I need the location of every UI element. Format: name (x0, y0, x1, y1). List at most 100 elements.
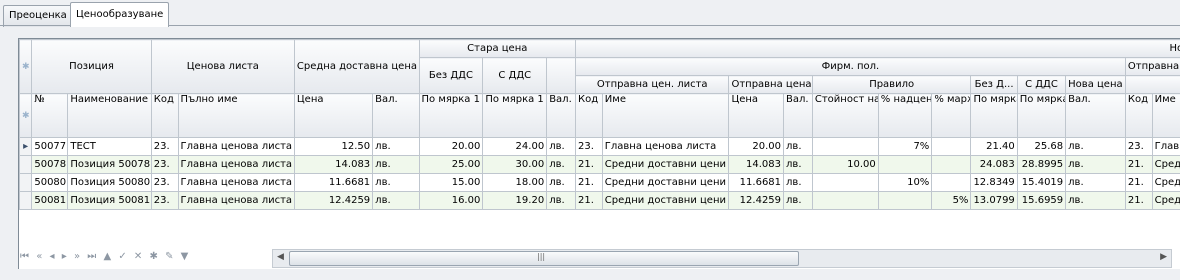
cell-nova-bez[interactable]: 24.083 (970, 155, 1018, 174)
col-val[interactable]: Вал. (372, 93, 420, 138)
header-otpravna-tsena[interactable]: Отправна цена (728, 75, 813, 94)
col-otpravna-kod[interactable]: Код (575, 93, 603, 138)
cell-nova-ime[interactable]: Средни д (1151, 155, 1180, 174)
cell-no[interactable]: 50078 (31, 155, 69, 174)
scroll-left-icon[interactable]: ◀ (277, 252, 284, 262)
cell-nova-ime[interactable]: Средни д (1151, 191, 1180, 210)
col-pct-marzh[interactable]: % марж (931, 93, 972, 138)
prev-page-icon[interactable]: « (36, 251, 43, 262)
next-page-icon[interactable]: » (74, 251, 81, 262)
col-kod[interactable]: Код (150, 93, 179, 138)
filter-icon[interactable]: ▼ (181, 251, 190, 262)
col-stara-s-po-myarka[interactable]: По мярка 1 (482, 93, 548, 138)
col-nova-val[interactable]: Вал. (1065, 93, 1126, 138)
cell-sredna-tsena[interactable]: 12.50 (293, 137, 374, 156)
delete-icon[interactable]: ✱ (149, 251, 158, 262)
cell-pct-marzh[interactable]: 5% (931, 191, 972, 210)
cell-no[interactable]: 50081 (31, 191, 69, 210)
horizontal-scrollbar[interactable]: ◀ ||| ▶ (272, 249, 1172, 268)
col-otpravna-tsena[interactable]: Цена (728, 93, 785, 138)
col-palno-ime[interactable]: Пълно име (177, 93, 295, 138)
cell-otpravna-tsena[interactable]: 20.00 (728, 137, 785, 156)
cell-no[interactable]: 50077 (31, 137, 69, 156)
header-sredna-dostavna-tsena[interactable]: Средна доставна цена (293, 39, 420, 94)
cell-nova-kod[interactable]: 21. (1124, 191, 1153, 210)
cell-otpravna-kod[interactable]: 21. (575, 155, 603, 174)
cell-nova-ime[interactable]: Главна ц (1151, 137, 1180, 156)
post-icon[interactable]: ✓ (118, 251, 127, 262)
cell-val[interactable]: лв. (372, 137, 420, 156)
current-row-arrow-icon[interactable]: ▸ (19, 137, 33, 156)
header-nova-tsena[interactable]: Нова цена (575, 39, 1180, 58)
cell-nova-s-dds[interactable]: 28.8995 (1016, 155, 1067, 174)
col-tsena[interactable]: Цена (293, 93, 374, 138)
cell-stoynost[interactable] (811, 173, 879, 192)
header-stara-s-dds[interactable]: С ДДС (482, 57, 548, 94)
cell-nova-val[interactable]: лв. (1065, 173, 1126, 192)
cell-name[interactable]: Позиция 50080 (67, 173, 152, 192)
header-stara-tsena[interactable]: Стара цена (418, 39, 577, 58)
cell-stara-bez[interactable]: 15.00 (418, 173, 484, 192)
grid-corner-indicator[interactable]: ✱ (19, 39, 33, 94)
cell-nova-kod[interactable]: 23. (1124, 137, 1153, 156)
cell-stara-val[interactable]: лв. (546, 155, 577, 174)
row-indicator[interactable] (19, 173, 33, 192)
cell-name[interactable]: Позиция 50081 (67, 191, 152, 210)
cell-otpravna-kod[interactable]: 23. (575, 137, 603, 156)
header-firm-pol[interactable]: Фирм. пол. (575, 57, 1126, 76)
cell-stoynost[interactable] (811, 137, 879, 156)
cell-kod[interactable]: 23. (150, 137, 179, 156)
cell-sredna-tsena[interactable]: 14.083 (293, 155, 374, 174)
row-indicator[interactable] (19, 191, 33, 210)
cell-val[interactable]: лв. (372, 191, 420, 210)
header-stara-bez-dds[interactable]: Без ДДС (418, 57, 484, 94)
cell-nova-ime[interactable]: Средни д (1151, 173, 1180, 192)
cell-stara-bez[interactable]: 16.00 (418, 191, 484, 210)
cell-sredna-tsena[interactable]: 12.4259 (293, 191, 374, 210)
cell-stara-val[interactable]: лв. (546, 137, 577, 156)
cell-otpravna-kod[interactable]: 21. (575, 191, 603, 210)
cell-stoynost[interactable] (811, 191, 879, 210)
cell-nova-bez[interactable]: 12.8349 (970, 173, 1018, 192)
cell-stara-val[interactable]: лв. (546, 191, 577, 210)
cell-otpravna-tsena[interactable]: 14.083 (728, 155, 785, 174)
cell-nova-val[interactable]: лв. (1065, 191, 1126, 210)
col-nova-bez-po-myarka[interactable]: По мярка 1 (970, 93, 1018, 138)
cell-stara-bez[interactable]: 20.00 (418, 137, 484, 156)
cell-stara-s[interactable]: 18.00 (482, 173, 548, 192)
cell-kod[interactable]: 23. (150, 173, 179, 192)
col-stara-bez-po-myarka[interactable]: По мярка 1 (418, 93, 484, 138)
first-record-icon[interactable]: ⏮ (20, 251, 30, 262)
cell-stara-bez[interactable]: 25.00 (418, 155, 484, 174)
cell-stara-s[interactable]: 19.20 (482, 191, 548, 210)
col-otpravna-val[interactable]: Вал. (783, 93, 813, 138)
cell-stara-val[interactable]: лв. (546, 173, 577, 192)
cell-nova-bez[interactable]: 21.40 (970, 137, 1018, 156)
cell-otpravna-val[interactable]: лв. (783, 173, 813, 192)
header-otpravna-truncated[interactable]: Отправна (1124, 57, 1180, 76)
cell-val[interactable]: лв. (372, 155, 420, 174)
cell-kod[interactable]: 23. (150, 155, 179, 174)
cell-otpravna-kod[interactable]: 21. (575, 173, 603, 192)
col-otpravna-ime[interactable]: Име (601, 93, 730, 138)
header-tsenova-lista[interactable]: Ценова листа (150, 39, 295, 94)
cell-nova-bez[interactable]: 13.0799 (970, 191, 1018, 210)
cell-sredna-tsena[interactable]: 11.6681 (293, 173, 374, 192)
cell-pct-nadtsenka[interactable] (877, 155, 933, 174)
col-stara-val[interactable]: Вал. (546, 93, 577, 138)
cell-pct-marzh[interactable] (931, 155, 972, 174)
scroll-thumb[interactable]: ||| (289, 251, 799, 266)
cell-kod[interactable]: 23. (150, 191, 179, 210)
col-nova-otpravna-kod[interactable]: Код (1124, 93, 1153, 138)
col-pct-nadtsenka[interactable]: % надценк а (877, 93, 933, 138)
cell-palno-ime[interactable]: Главна ценова листа (177, 137, 295, 156)
cell-nova-s-dds[interactable]: 15.6959 (1016, 191, 1067, 210)
cell-pct-nadtsenka[interactable]: 7% (877, 137, 933, 156)
cell-nova-kod[interactable]: 21. (1124, 155, 1153, 174)
header-otpravna-tsen-lista[interactable]: Отправна цен. листа (575, 75, 730, 94)
col-no[interactable]: № (31, 93, 69, 138)
cell-nova-val[interactable]: лв. (1065, 155, 1126, 174)
cell-name[interactable]: ТЕСТ (67, 137, 152, 156)
edit-icon[interactable]: ✎ (165, 251, 174, 262)
cell-pct-nadtsenka[interactable] (877, 191, 933, 210)
